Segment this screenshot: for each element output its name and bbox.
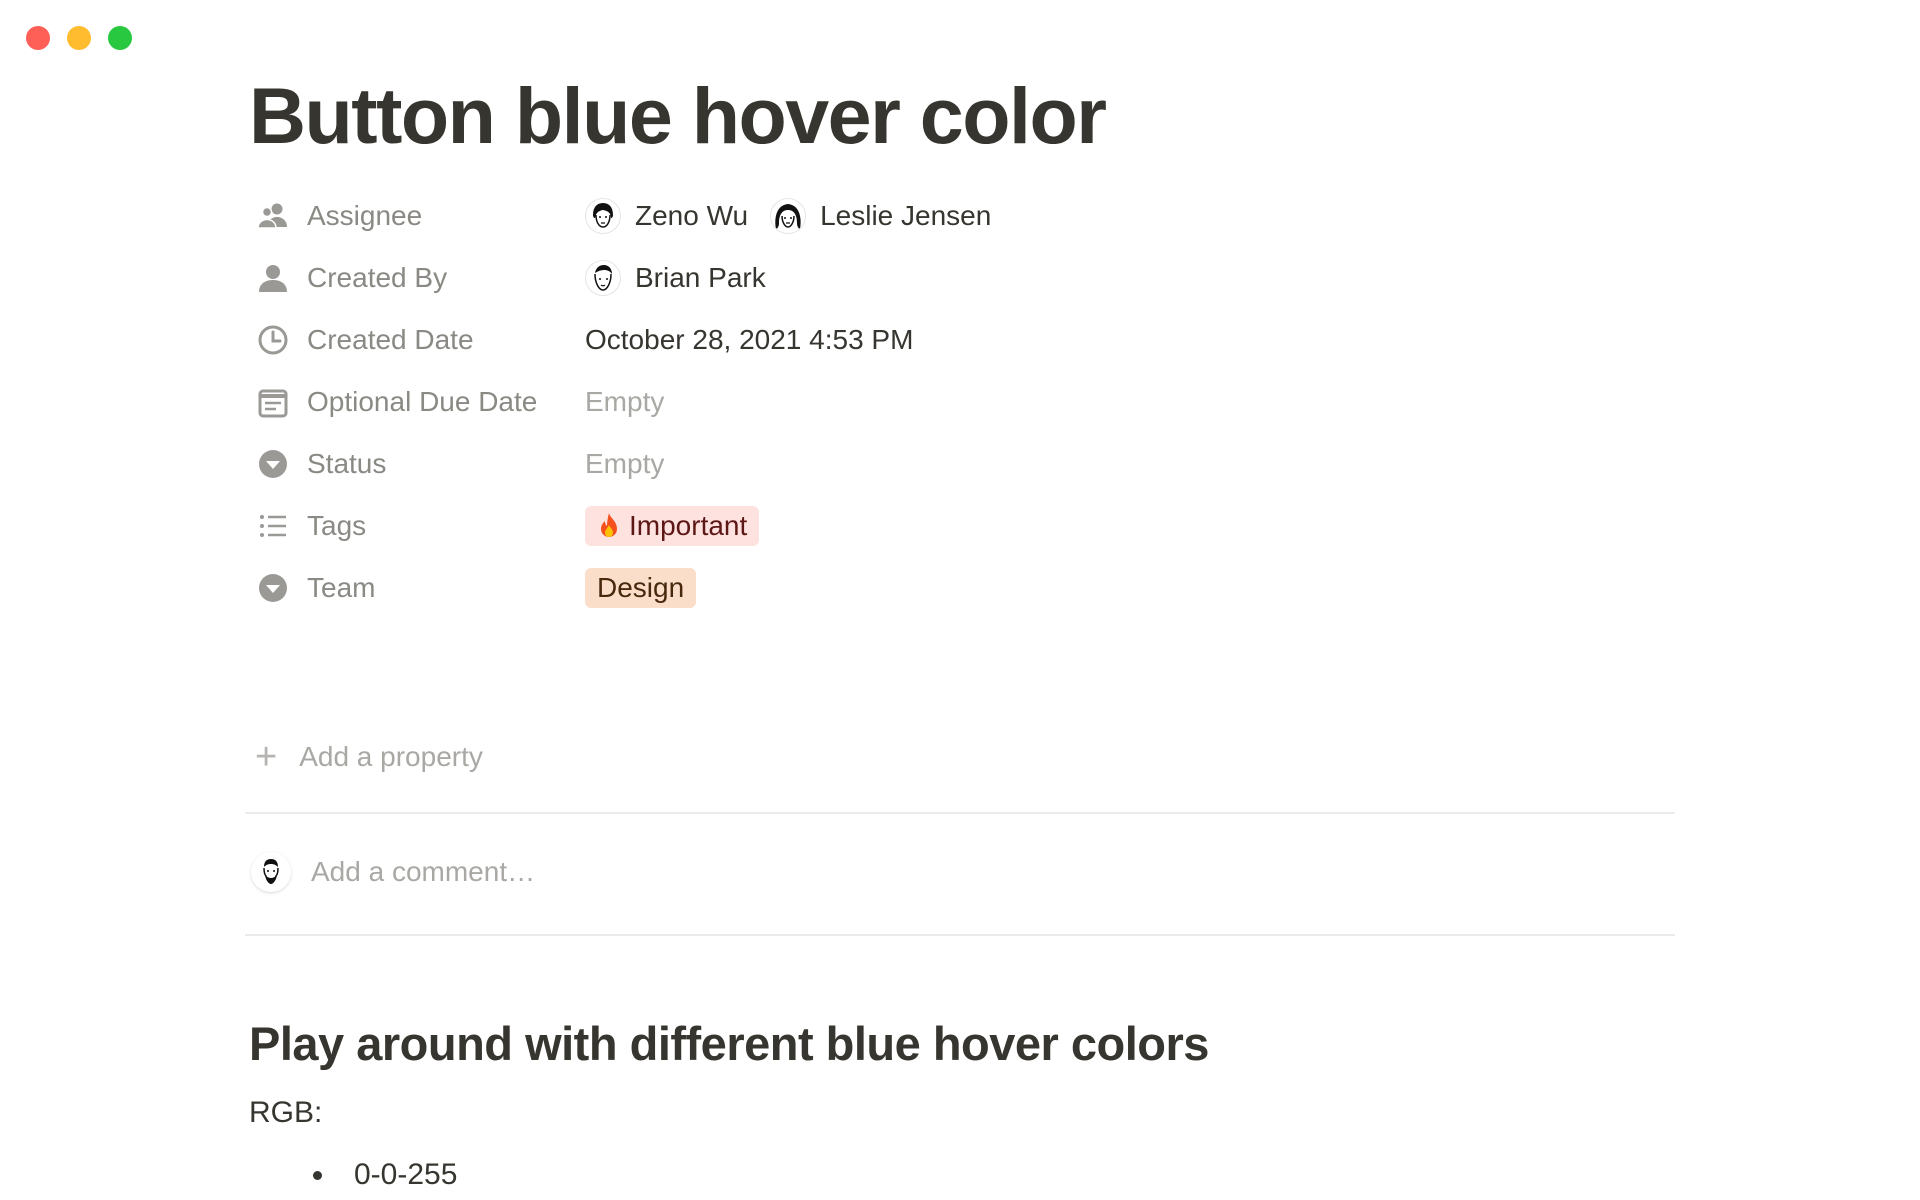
tag-important[interactable]: Important	[585, 506, 760, 546]
property-name-created-date[interactable]: Created Date	[245, 322, 585, 358]
select-arrow-icon	[255, 446, 291, 482]
property-row-created-date: Created Date October 28, 2021 4:53 PM	[245, 308, 1675, 372]
property-name-due-date[interactable]: Optional Due Date	[245, 384, 585, 420]
person-chip[interactable]: Leslie Jensen	[770, 198, 991, 234]
tag-design[interactable]: Design	[585, 568, 697, 608]
property-row-tags: Tags Important	[245, 494, 1675, 558]
person-chip[interactable]: Brian Park	[585, 260, 766, 296]
comment-bar	[251, 852, 1211, 892]
property-label: Tags	[307, 510, 367, 541]
created-by-value: Brian Park	[585, 260, 788, 296]
content-paragraph[interactable]: RGB:	[249, 1096, 322, 1130]
property-name-assignee[interactable]: Assignee	[245, 198, 585, 234]
person-name: Leslie Jensen	[820, 200, 992, 231]
window-controls	[26, 26, 132, 50]
app-window: Button blue hover color Assignee Zeno Wu	[0, 0, 1920, 1200]
property-name-team[interactable]: Team	[245, 570, 585, 606]
property-row-created-by: Created By Brian Park	[245, 246, 1675, 310]
property-row-status: Status Empty	[245, 432, 1675, 496]
close-window-button[interactable]	[26, 26, 50, 50]
avatar-icon	[585, 260, 621, 296]
property-name-status[interactable]: Status	[245, 446, 585, 482]
avatar-icon	[770, 198, 807, 234]
maximize-window-button[interactable]	[108, 26, 132, 50]
property-row-team: Team Design	[245, 556, 1675, 620]
property-label: Status	[307, 448, 387, 479]
bullet-dot	[313, 1170, 322, 1180]
calendar-icon	[255, 384, 291, 420]
property-row-due-date: Optional Due Date Empty	[245, 370, 1675, 434]
person-name: Brian Park	[635, 262, 766, 293]
created-date-value: October 28, 2021 4:53 PM	[585, 324, 914, 355]
due-date-value[interactable]: Empty	[585, 386, 664, 418]
list-icon	[255, 508, 291, 544]
add-property-label: Add a property	[299, 741, 483, 772]
property-label: Optional Due Date	[307, 386, 538, 417]
property-label: Created By	[307, 262, 448, 293]
clock-icon	[255, 322, 291, 358]
team-value[interactable]: Design	[585, 568, 697, 608]
property-label: Created Date	[307, 324, 474, 355]
minimize-window-button[interactable]	[67, 26, 91, 50]
select-arrow-icon	[255, 570, 291, 606]
tag-label: Important	[629, 510, 748, 541]
property-row-assignee: Assignee Zeno Wu Leslie Jensen	[245, 184, 1675, 248]
person-name: Zeno Wu	[635, 200, 749, 231]
person-icon	[255, 260, 291, 296]
avatar-icon	[585, 198, 621, 234]
list-item[interactable]: 0-0-255	[313, 1158, 457, 1192]
property-label: Team	[307, 572, 376, 603]
avatar-icon	[251, 852, 291, 892]
tags-value[interactable]: Important	[585, 506, 760, 546]
status-value[interactable]: Empty	[585, 448, 664, 480]
content-heading[interactable]: Play around with different blue hover co…	[249, 1016, 1209, 1071]
property-name-tags[interactable]: Tags	[245, 508, 585, 544]
fire-icon	[601, 513, 617, 537]
property-name-created-by[interactable]: Created By	[245, 260, 585, 296]
person-chip[interactable]: Zeno Wu	[585, 198, 748, 234]
add-property-button[interactable]: + Add a property	[255, 738, 483, 776]
people-icon	[255, 198, 291, 234]
comment-input[interactable]	[311, 856, 1211, 888]
divider	[245, 934, 1675, 936]
property-label: Assignee	[307, 200, 423, 231]
page-title[interactable]: Button blue hover color	[249, 70, 1107, 162]
list-item-text: 0-0-255	[354, 1158, 458, 1191]
plus-icon: +	[255, 736, 278, 778]
assignee-value[interactable]: Zeno Wu Leslie Jensen	[585, 198, 1013, 234]
divider	[245, 812, 1675, 814]
